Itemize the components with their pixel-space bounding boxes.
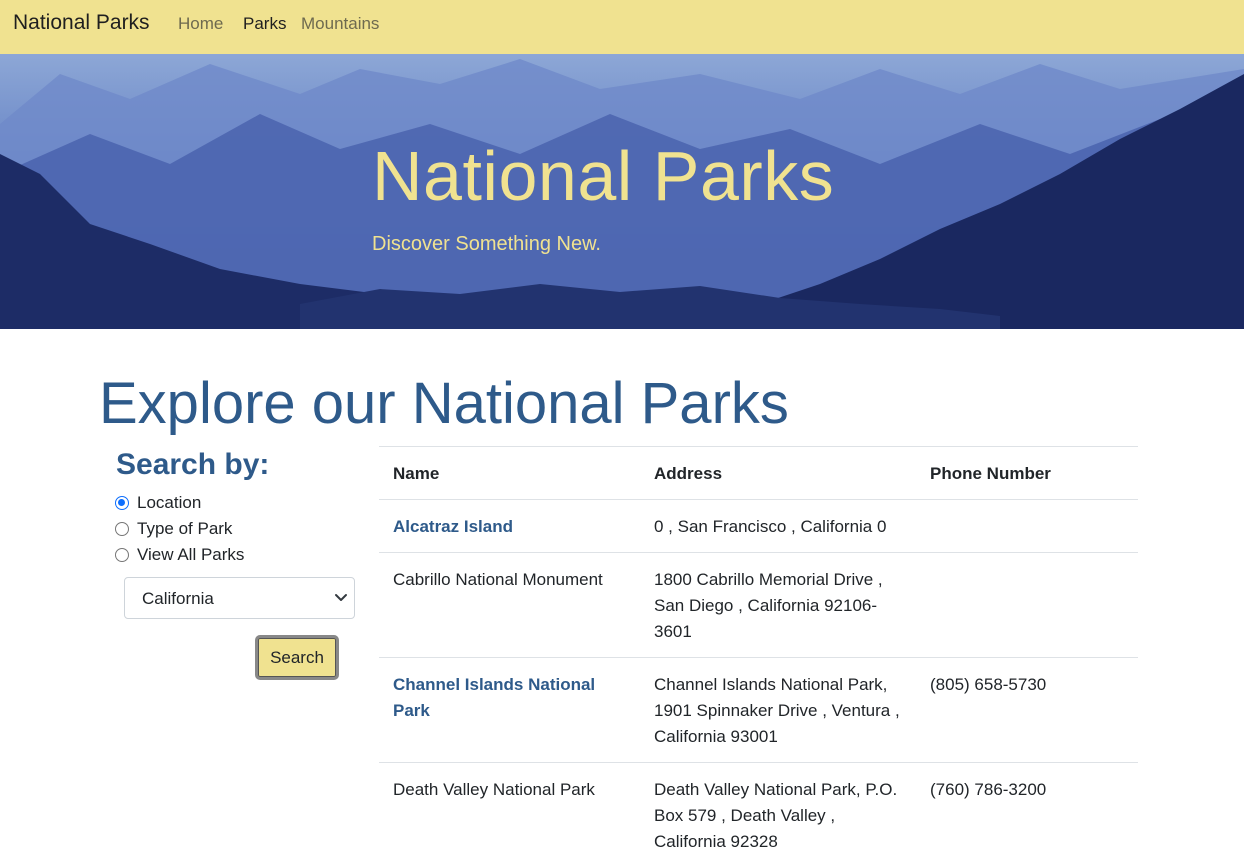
park-name-link[interactable]: Channel Islands National Park <box>393 672 633 724</box>
park-name: Death Valley National Park <box>393 780 595 799</box>
radio-button-view-all-parks[interactable] <box>115 548 129 562</box>
park-address: Channel Islands National Park, 1901 Spin… <box>654 675 900 746</box>
column-header-phone: Phone Number <box>930 464 1051 483</box>
navbar: National Parks Home Parks Mountains <box>0 0 1244 54</box>
radio-label-view-all-parks: View All Parks <box>137 545 245 564</box>
park-name: Cabrillo National Monument <box>393 570 603 589</box>
hero-title: National Parks <box>372 137 835 215</box>
park-phone: (760) 786-3200 <box>930 780 1047 799</box>
column-header-name: Name <box>393 464 440 483</box>
column-header-address: Address <box>654 464 723 483</box>
radio-view-all-parks[interactable]: View All Parks <box>115 544 244 566</box>
radio-location[interactable]: Location <box>115 492 201 514</box>
radio-type-of-park[interactable]: Type of Park <box>115 518 232 540</box>
search-button[interactable]: Search <box>255 635 339 680</box>
state-select-value: California <box>142 589 214 608</box>
page-title: Explore our National Parks <box>99 371 789 436</box>
radio-label-type-of-park: Type of Park <box>137 519 233 538</box>
radio-button-location[interactable] <box>115 496 129 510</box>
radio-button-type-of-park[interactable] <box>115 522 129 536</box>
nav-link-mountains[interactable]: Mountains <box>301 14 379 34</box>
nav-link-home[interactable]: Home <box>178 14 223 34</box>
navbar-brand[interactable]: National Parks <box>13 11 150 35</box>
hero-subtitle: Discover Something New. <box>372 233 601 255</box>
chevron-down-icon <box>335 594 347 601</box>
table-top-border <box>379 446 1138 447</box>
park-address: Death Valley National Park, P.O. Box 579… <box>654 780 898 851</box>
nav-link-parks[interactable]: Parks <box>243 14 286 34</box>
park-address: 1800 Cabrillo Memorial Drive , San Diego… <box>654 570 883 641</box>
row-divider <box>379 657 1138 658</box>
park-address: 0 , San Francisco , California 0 <box>654 517 887 536</box>
radio-label-location: Location <box>137 493 202 512</box>
park-name-link[interactable]: Alcatraz Island <box>393 514 633 540</box>
search-by-heading: Search by: <box>116 448 270 481</box>
park-phone: (805) 658-5730 <box>930 675 1047 694</box>
row-divider <box>379 762 1138 763</box>
table-header-border <box>379 499 1138 500</box>
row-divider <box>379 552 1138 553</box>
state-select[interactable]: California <box>124 577 355 619</box>
hero-banner: National Parks Discover Something New. <box>0 54 1244 329</box>
